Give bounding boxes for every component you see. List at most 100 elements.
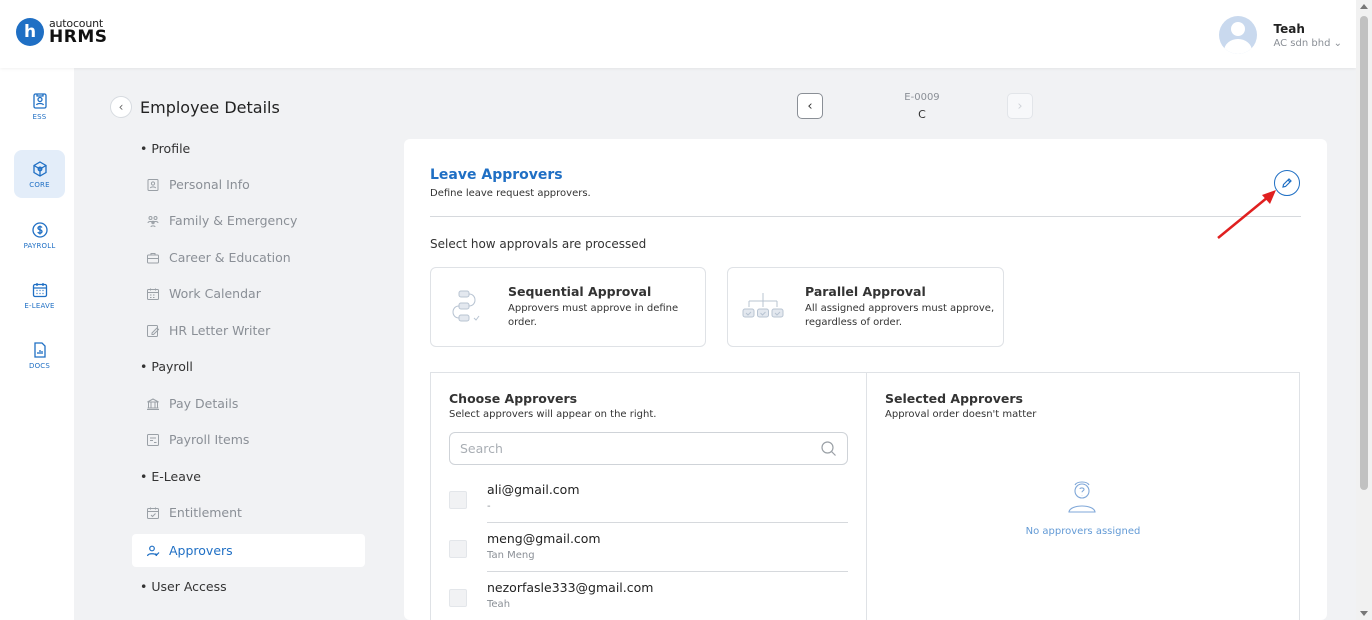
nav-item-label: Work Calendar [169,286,261,301]
id-badge-icon [147,178,159,191]
option-description: Approvers must approve in define order. [508,303,679,328]
company-name: AC sdn bhd [1273,37,1331,49]
chevron-left-icon: ‹ [807,98,813,114]
scroll-up-icon[interactable] [1360,4,1368,9]
approver-row[interactable]: meng@gmail.com Tan Meng [449,523,848,572]
page-header: ‹ Employee Details [110,96,280,118]
nav-section-profile: • Profile [140,141,191,156]
empty-state-text: No approvers assigned [1025,526,1141,537]
rail-label: E-LEAVE [24,301,55,310]
approver-email: nezorfasle333@gmail.com [487,580,654,595]
approver-name: Teah [487,599,511,610]
approver-row[interactable]: nezorfasle333@gmail.com Teah [449,572,848,620]
nav-item-label: Entitlement [169,505,242,520]
rail-item-payroll[interactable]: PAYROLL [14,211,65,259]
choose-approvers-title: Choose Approvers [449,391,578,406]
approver-checkbox[interactable] [449,491,467,509]
top-bar: h autocount HRMS Teah AC sdn bhd ⌄ [0,0,1356,68]
sequential-approval-option[interactable]: Sequential Approval Approvers must appro… [430,267,706,347]
rail-item-docs[interactable]: DOCS [14,331,65,379]
calendar-check-icon [147,507,159,519]
nav-item-personal-info[interactable]: Personal Info [146,177,250,192]
user-menu[interactable]: Teah AC sdn bhd ⌄ [1219,16,1342,54]
back-button[interactable]: ‹ [110,96,132,118]
company-selector[interactable]: AC sdn bhd ⌄ [1273,38,1342,49]
document-chart-icon [33,341,46,358]
nav-item-family[interactable]: Family & Emergency [146,213,297,228]
brand-mark: h [16,18,44,46]
search-icon[interactable] [820,440,837,457]
option-title: Parallel Approval [805,284,926,299]
rail-item-core[interactable]: CORE [14,150,65,198]
rail-item-ess[interactable]: ESS [14,82,65,130]
nav-item-label: Approvers [169,543,233,558]
approver-row[interactable]: ali@gmail.com - [449,474,848,523]
dollar-icon [31,221,48,238]
nav-section-label: Profile [151,141,191,156]
option-title: Sequential Approval [508,284,652,299]
parallel-approval-option[interactable]: Parallel Approval All assigned approvers… [727,267,1004,347]
nav-section-label: E-Leave [151,469,201,484]
module-rail: ESS CORE PAYROLL E-LEAVE DOCS [0,68,74,620]
selected-approvers-title: Selected Approvers [885,391,1023,406]
approver-checkbox[interactable] [449,540,467,558]
search-input[interactable]: Search [449,432,848,465]
nav-item-career[interactable]: Career & Education [146,250,291,265]
nav-item-label: Pay Details [169,396,239,411]
approver-email: meng@gmail.com [487,531,601,546]
nav-item-payroll-items[interactable]: Payroll Items [146,432,249,447]
nav-item-hr-letter[interactable]: HR Letter Writer [146,323,270,338]
nav-item-approvers[interactable]: Approvers [132,534,365,567]
nav-section-user-access: • User Access [140,579,227,594]
nav-item-label: Personal Info [169,177,250,192]
rail-item-eleave[interactable]: E-LEAVE [14,271,65,319]
leave-approvers-card: Leave Approvers Define leave request app… [404,139,1327,620]
employee-code: E-0009 [904,92,940,103]
page-scrollbar[interactable] [1356,0,1372,620]
letter-edit-icon [147,324,160,337]
rail-label: ESS [32,112,47,121]
brand-name: HRMS [49,27,108,47]
nav-item-work-calendar[interactable]: Work Calendar [146,286,261,301]
nav-section-label: User Access [151,579,227,594]
scroll-down-icon[interactable] [1360,611,1368,616]
user-name: Teah [1273,21,1305,36]
previous-employee-button[interactable]: ‹ [797,93,823,119]
bank-icon [147,397,159,410]
employee-name: C [918,108,926,121]
nav-item-entitlement[interactable]: Entitlement [146,505,242,520]
avatar[interactable] [1219,16,1258,54]
approver-checkbox[interactable] [449,589,467,607]
process-label: Select how approvals are processed [430,237,647,251]
choose-approvers-panel: Choose Approvers Select approvers will a… [430,372,866,620]
sequential-flow-icon [452,290,480,322]
cube-icon [32,160,47,177]
calendar-icon [32,282,47,297]
nav-item-pay-details[interactable]: Pay Details [146,396,238,411]
scroll-thumb[interactable] [1360,16,1368,490]
option-description: All assigned approvers must approve, reg… [805,303,995,328]
nav-item-label: Family & Emergency [169,213,298,228]
chevron-down-icon: ⌄ [1333,37,1342,49]
family-icon [147,215,159,227]
chevron-right-icon: › [1017,98,1023,114]
user-check-icon [146,545,160,556]
choose-approvers-subtitle: Select approvers will appear on the righ… [449,409,657,420]
rail-label: CORE [29,180,50,189]
page-title: Employee Details [140,97,280,117]
parallel-flow-icon [742,293,784,318]
unknown-user-icon [1068,481,1096,513]
nav-item-label: Career & Education [169,250,291,265]
card-subtitle: Define leave request approvers. [430,188,591,199]
header-divider [430,216,1301,217]
annotation-arrow-icon [1217,190,1276,239]
rail-label: DOCS [28,361,51,370]
next-employee-button[interactable]: › [1007,93,1033,119]
nav-section-eleave: • E-Leave [140,469,201,484]
approver-email: ali@gmail.com [487,482,580,497]
chevron-left-icon: ‹ [118,100,124,114]
selected-approvers-panel: Selected Approvers Approval order doesn'… [866,372,1300,620]
brand-logo[interactable]: h autocount HRMS [16,18,107,46]
nav-section-payroll: • Payroll [140,359,193,374]
id-card-icon [32,92,47,109]
